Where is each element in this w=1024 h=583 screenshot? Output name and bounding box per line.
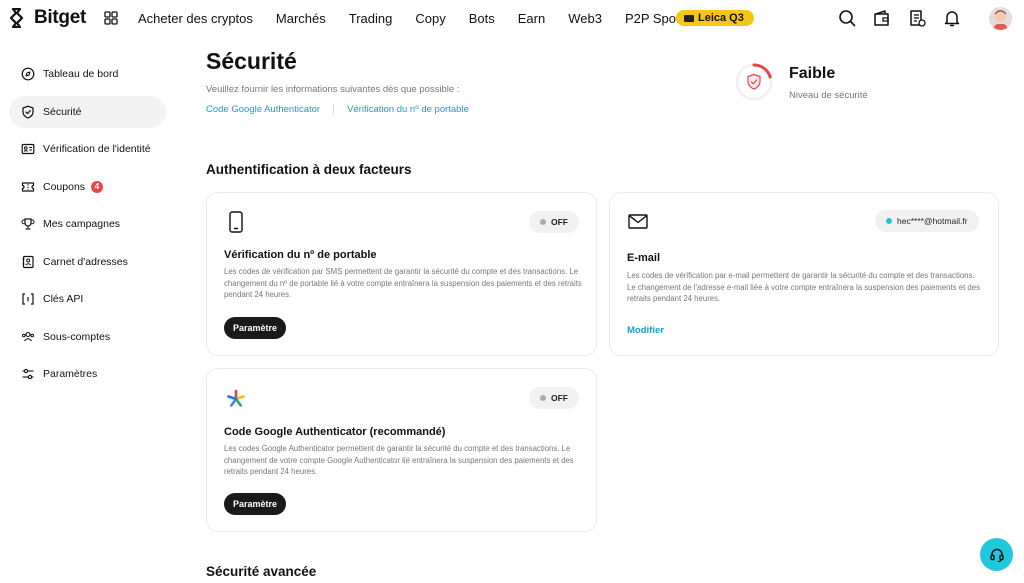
phone-icon	[229, 211, 243, 233]
user-avatar-icon	[989, 7, 1012, 30]
security-level-ring-icon	[735, 63, 773, 101]
coupon-count-badge: 4	[91, 180, 104, 193]
support-chat-button[interactable]	[980, 538, 1013, 571]
email-modify-link[interactable]: Modifier	[627, 325, 664, 336]
sidebar-item-label: Mes campagnes	[43, 218, 121, 230]
nav-bots[interactable]: Bots	[469, 11, 495, 26]
google-auth-card-title: Code Google Authenticator (recommandé)	[224, 426, 446, 438]
security-level-caption: Niveau de sécurité	[789, 90, 868, 101]
google-authenticator-card: OFF Code Google Authenticator (recommand…	[206, 368, 597, 532]
phone-card-description: Les codes de vérification par SMS permet…	[224, 267, 582, 299]
status-dot	[540, 395, 546, 401]
sub-accounts-icon	[22, 331, 34, 341]
section-title-2fa: Authentification à deux facteurs	[206, 162, 412, 177]
phone-status-label: OFF	[551, 217, 568, 227]
nav-buy-crypto[interactable]: Acheter des cryptos	[138, 11, 253, 26]
nav-markets[interactable]: Marchés	[276, 11, 326, 26]
sidebar-item-address-book[interactable]: Carnet d'adresses	[9, 246, 166, 278]
promo-label: Leica Q3	[698, 12, 744, 24]
sidebar-item-label: Tableau de bord	[43, 68, 119, 80]
google-auth-status-toggle[interactable]: OFF	[529, 387, 579, 409]
sidebar-item-settings[interactable]: Paramètres	[9, 358, 166, 390]
id-card-icon	[21, 143, 35, 155]
sidebar-item-campaigns[interactable]: Mes campagnes	[9, 208, 166, 240]
nav-p2p-spot[interactable]: P2P Spot	[625, 11, 680, 26]
camera-icon	[684, 14, 694, 22]
page-subtitle: Veuillez fournir les informations suivan…	[206, 84, 460, 95]
email-status-pill[interactable]: hec****@hotmail.fr	[875, 210, 979, 232]
dashboard-icon	[21, 67, 35, 81]
sidebar-item-sub-accounts[interactable]: Sous-comptes	[9, 321, 166, 353]
google-authenticator-icon	[227, 389, 245, 407]
nav-trading[interactable]: Trading	[349, 11, 393, 26]
email-card-title: E-mail	[627, 252, 661, 264]
sidebar-item-label: Vérification de l'identité	[43, 143, 151, 155]
sidebar: Tableau de bord Sécurité Vérification de…	[9, 58, 166, 396]
search-icon[interactable]	[838, 9, 856, 27]
phone-settings-button[interactable]: Paramètre	[224, 317, 287, 339]
page-title: Sécurité	[206, 48, 297, 74]
sidebar-item-api-keys[interactable]: Clés API	[9, 283, 166, 315]
shield-icon	[22, 105, 34, 119]
main-nav: Acheter des cryptos Marchés Trading Copy…	[138, 0, 703, 37]
link-google-authenticator[interactable]: Code Google Authenticator	[206, 104, 320, 115]
phone-card-title: Vérification du nº de portable	[224, 249, 377, 261]
promo-pill[interactable]: Leica Q3	[676, 10, 754, 26]
link-phone-verification[interactable]: Vérification du nº de portable	[347, 104, 469, 115]
bitget-logo-icon	[9, 8, 24, 28]
phone-status-toggle[interactable]: OFF	[529, 211, 579, 233]
nav-copy[interactable]: Copy	[415, 11, 445, 26]
nav-earn[interactable]: Earn	[518, 11, 545, 26]
google-auth-status-label: OFF	[551, 393, 568, 403]
bell-icon[interactable]	[943, 9, 961, 27]
api-key-icon	[22, 293, 34, 305]
apps-grid-icon[interactable]	[104, 11, 118, 25]
envelope-icon	[628, 214, 648, 229]
bitget-logo[interactable]: Bitget	[8, 7, 86, 29]
email-address: hec****@hotmail.fr	[897, 216, 968, 226]
google-auth-settings-button[interactable]: Paramètre	[224, 493, 287, 515]
sidebar-item-security[interactable]: Sécurité	[9, 95, 166, 128]
sidebar-item-label: Sous-comptes	[43, 330, 111, 343]
orders-icon[interactable]	[908, 9, 926, 27]
sidebar-item-label: Paramètres	[43, 368, 98, 380]
headset-icon	[989, 548, 1004, 562]
sidebar-item-coupons[interactable]: Coupons 4	[9, 171, 166, 203]
sidebar-item-label: Carnet d'adresses	[43, 255, 128, 268]
sidebar-item-identity-verification[interactable]: Vérification de l'identité	[9, 133, 166, 165]
email-card: hec****@hotmail.fr E-mail Les codes de v…	[609, 192, 999, 356]
address-book-icon	[22, 255, 34, 268]
settings-sliders-icon	[22, 368, 34, 380]
coupon-icon	[21, 181, 35, 192]
google-auth-card-description: Les codes Google Authenticator permetten…	[224, 444, 574, 476]
wallet-icon[interactable]	[873, 9, 891, 27]
nav-web3[interactable]: Web3	[568, 11, 602, 26]
trophy-icon	[21, 218, 35, 230]
quick-links: Code Google Authenticator Vérification d…	[206, 104, 469, 115]
phone-verification-card: OFF Vérification du nº de portable Les c…	[206, 192, 597, 356]
email-card-description: Les codes de vérification par e-mail per…	[627, 271, 980, 303]
section-title-advanced-security: Sécurité avancée	[206, 564, 317, 579]
sidebar-item-dashboard[interactable]: Tableau de bord	[9, 58, 166, 90]
sidebar-item-label: Clés API	[43, 293, 84, 305]
top-navigation-bar: Bitget Acheter des cryptos Marchés Tradi…	[0, 0, 1024, 37]
security-level-value: Faible	[789, 65, 836, 82]
sidebar-item-label: Coupons	[43, 180, 86, 193]
status-dot	[540, 219, 546, 225]
sidebar-item-label: Sécurité	[43, 105, 82, 118]
status-dot	[886, 218, 892, 224]
avatar[interactable]	[989, 7, 1012, 30]
link-divider	[333, 104, 335, 115]
brand-name: Bitget	[34, 7, 87, 28]
